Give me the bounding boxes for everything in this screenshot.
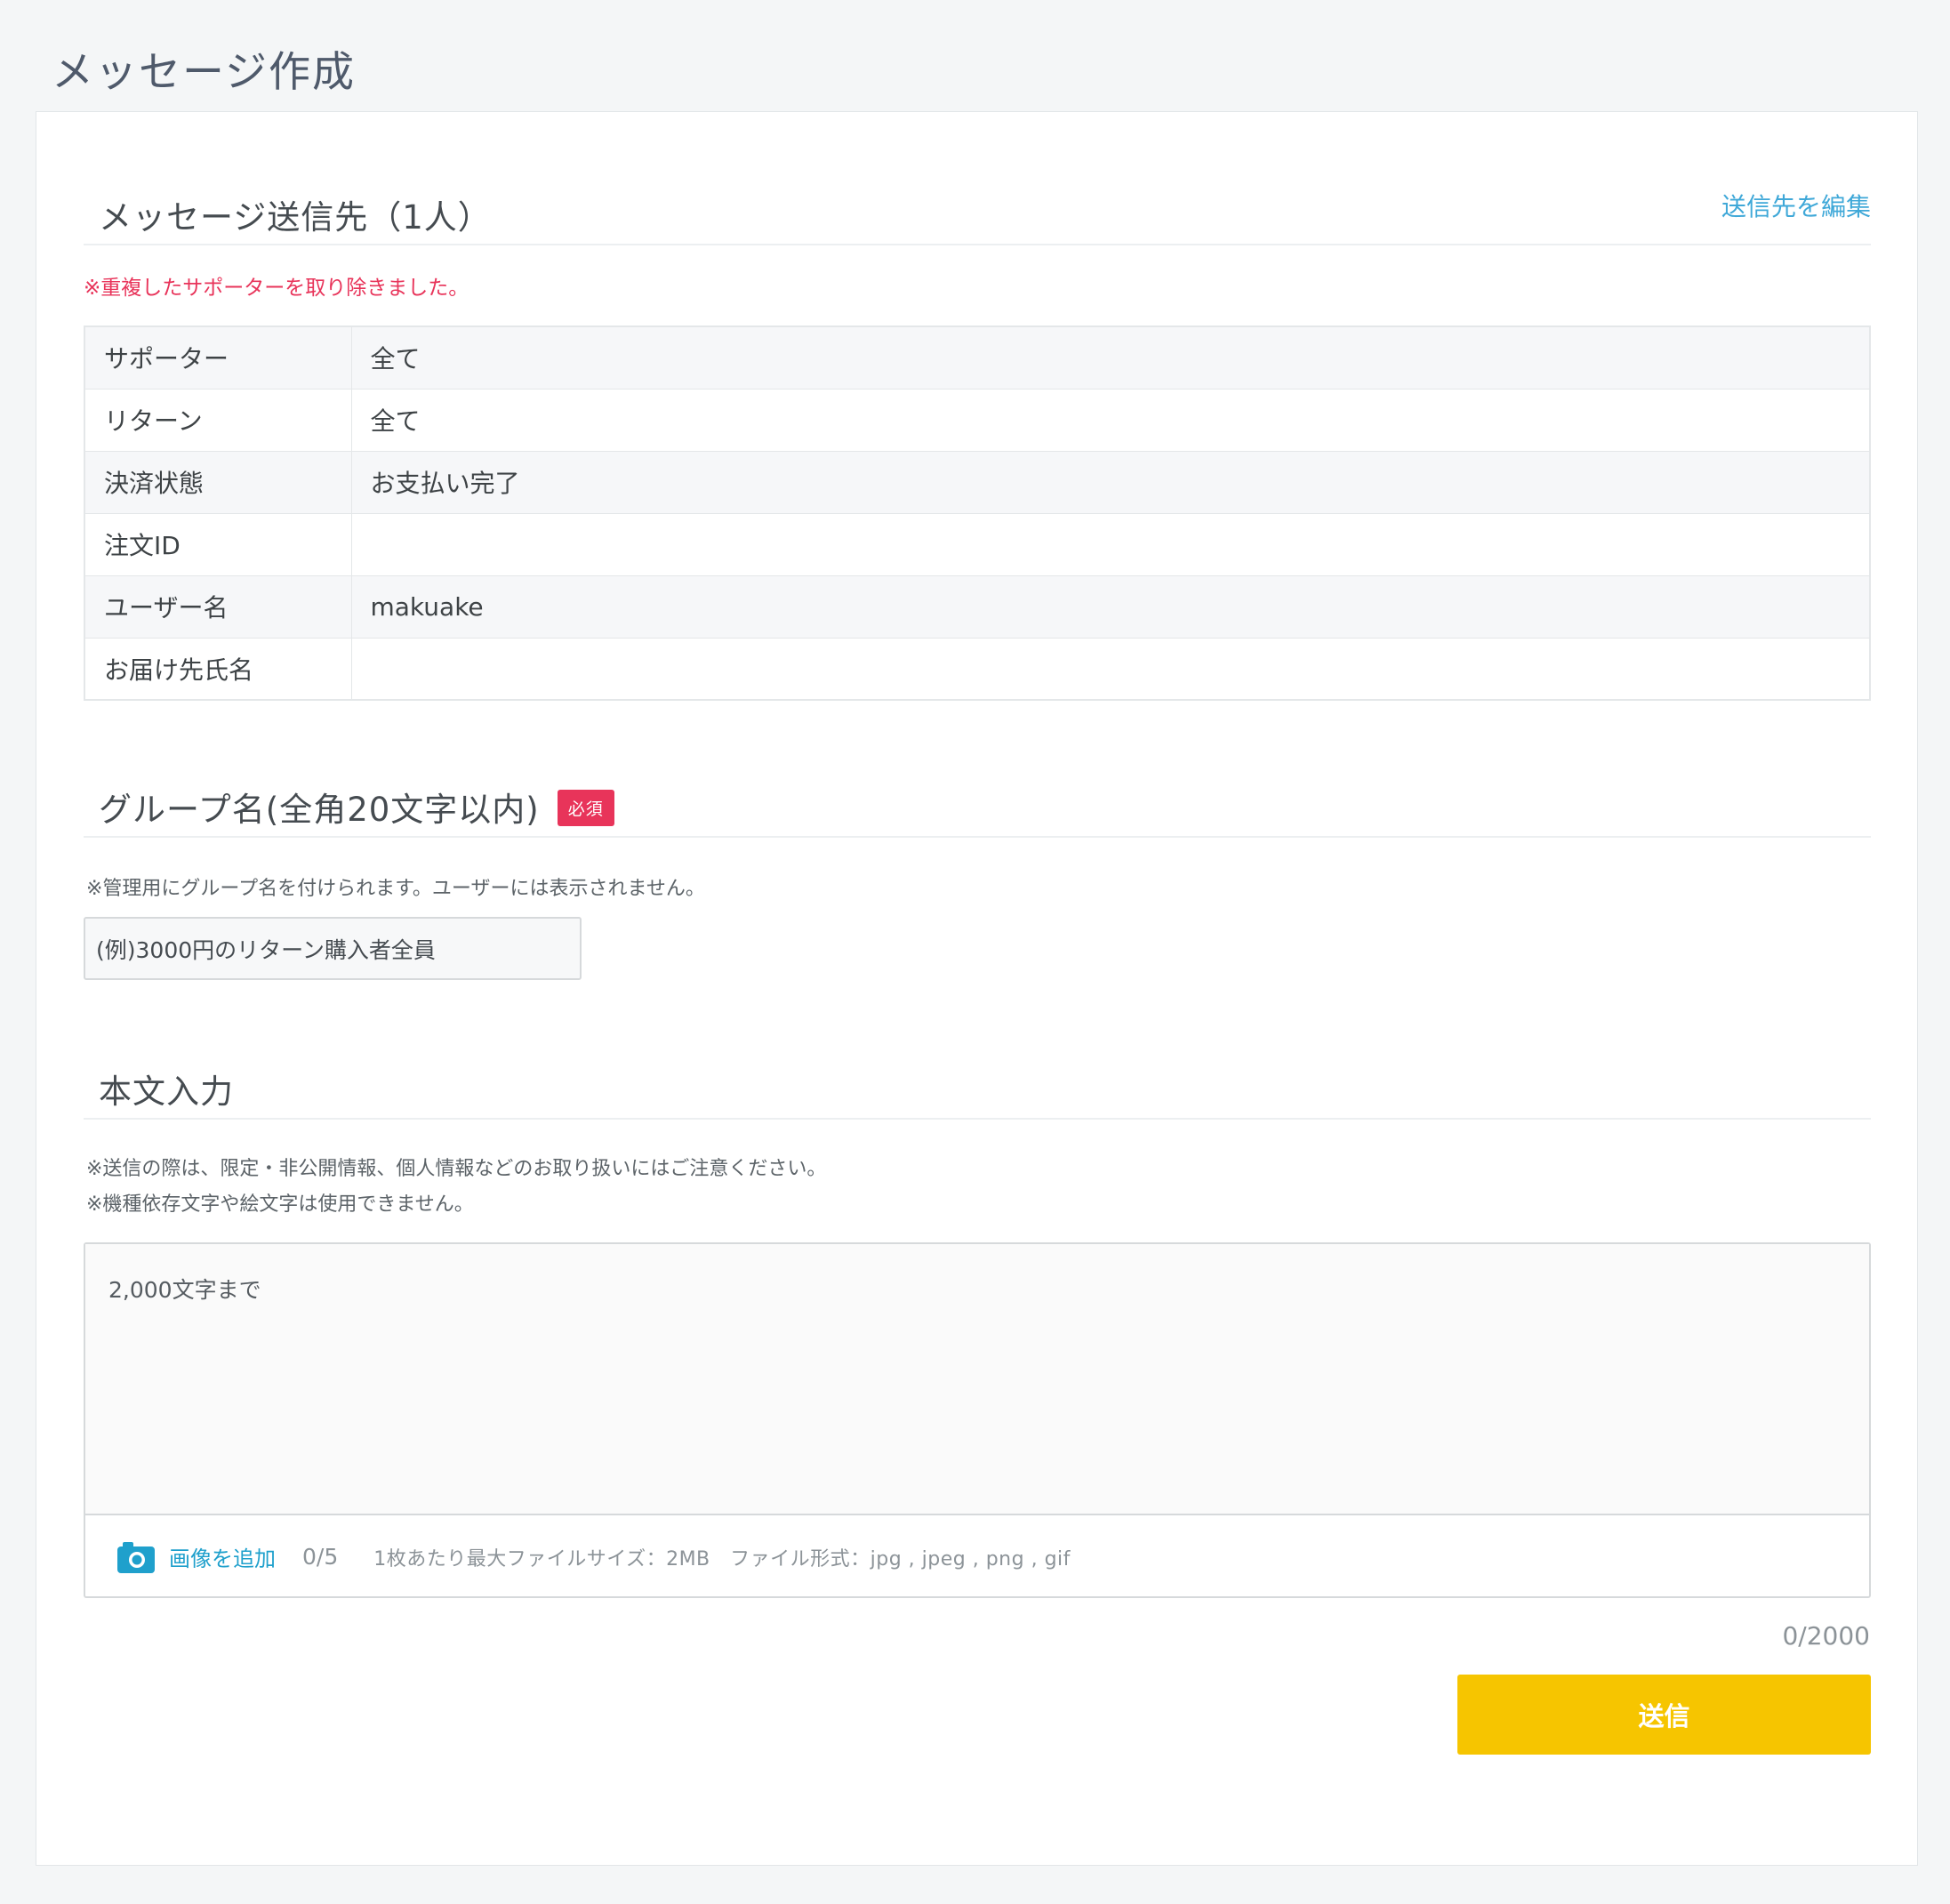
recipients-table: サポーター 全て リターン 全て 決済状態 お支払い完了 注文ID ユーザー名 … — [84, 325, 1871, 701]
message-body-textarea[interactable]: 2,000文字まで — [85, 1244, 1869, 1515]
row-value: 全て — [351, 325, 1870, 389]
table-row: サポーター 全て — [84, 325, 1870, 389]
table-row: ユーザー名 makuake — [84, 574, 1870, 638]
recipients-title: メッセージ送信先（1人） — [99, 198, 492, 237]
group-section-header: グループ名(全角20文字以内) 必須 — [84, 775, 1871, 838]
row-value: 全て — [351, 388, 1870, 451]
row-value — [351, 637, 1870, 700]
message-form-card: メッセージ送信先（1人） 送信先を編集 ※重複したサポーターを取り除きました。 … — [36, 111, 1918, 1866]
body-title: 本文入力 — [99, 1073, 234, 1111]
send-button[interactable]: 送信 — [1457, 1675, 1871, 1755]
table-row: お届け先氏名 — [84, 637, 1870, 700]
row-value — [351, 512, 1870, 575]
row-value: お支払い完了 — [351, 450, 1870, 513]
body-hint-privacy: ※送信の際は、限定・非公開情報、個人情報などのお取り扱いにはご注意ください。 — [86, 1158, 827, 1180]
group-name-placeholder: (例)3000円のリターン購入者全員 — [96, 936, 436, 963]
group-title: グループ名(全角20文字以内) 必須 — [99, 783, 614, 831]
body-section-header: 本文入力 — [84, 1057, 1871, 1120]
row-label: 決済状態 — [84, 450, 352, 513]
row-value: makuake — [351, 574, 1870, 638]
required-badge: 必須 — [557, 790, 614, 826]
edit-recipients-link[interactable]: 送信先を編集 — [1721, 188, 1871, 223]
duplicate-removed-notice: ※重複したサポーターを取り除きました。 — [84, 277, 469, 300]
table-row: 注文ID — [84, 512, 1870, 575]
group-name-input[interactable]: (例)3000円のリターン購入者全員 — [84, 917, 582, 980]
recipients-section-header: メッセージ送信先（1人） 送信先を編集 — [84, 183, 1871, 245]
body-hint-characters: ※機種依存文字や絵文字は使用できません。 — [86, 1193, 474, 1216]
page-title: メッセージ作成 — [52, 48, 357, 97]
char-counter: 0/2000 — [1782, 1621, 1870, 1651]
group-hint: ※管理用にグループ名を付けられます。ユーザーには表示されません。 — [86, 878, 705, 900]
file-format-info: 1枚あたり最大ファイルサイズ：2MB ファイル形式：jpg , jpeg , p… — [373, 1547, 1071, 1571]
message-body-box: 2,000文字まで 画像を追加 0/5 1枚あたり最大ファイルサイズ：2MB フ… — [84, 1242, 1871, 1598]
row-label: サポーター — [84, 325, 352, 389]
row-label: リターン — [84, 388, 352, 451]
row-label: 注文ID — [84, 512, 352, 575]
camera-icon[interactable] — [117, 1541, 155, 1573]
add-image-link[interactable]: 画像を追加 — [169, 1541, 276, 1572]
row-label: お届け先氏名 — [84, 637, 352, 700]
image-count: 0/5 — [302, 1544, 339, 1570]
table-row: 決済状態 お支払い完了 — [84, 450, 1870, 513]
row-label: ユーザー名 — [84, 574, 352, 638]
table-row: リターン 全て — [84, 388, 1870, 451]
group-title-text: グループ名(全角20文字以内) — [99, 791, 540, 829]
attachment-bar: 画像を追加 0/5 1枚あたり最大ファイルサイズ：2MB ファイル形式：jpg … — [85, 1515, 1869, 1598]
message-body-placeholder: 2,000文字まで — [108, 1277, 261, 1303]
